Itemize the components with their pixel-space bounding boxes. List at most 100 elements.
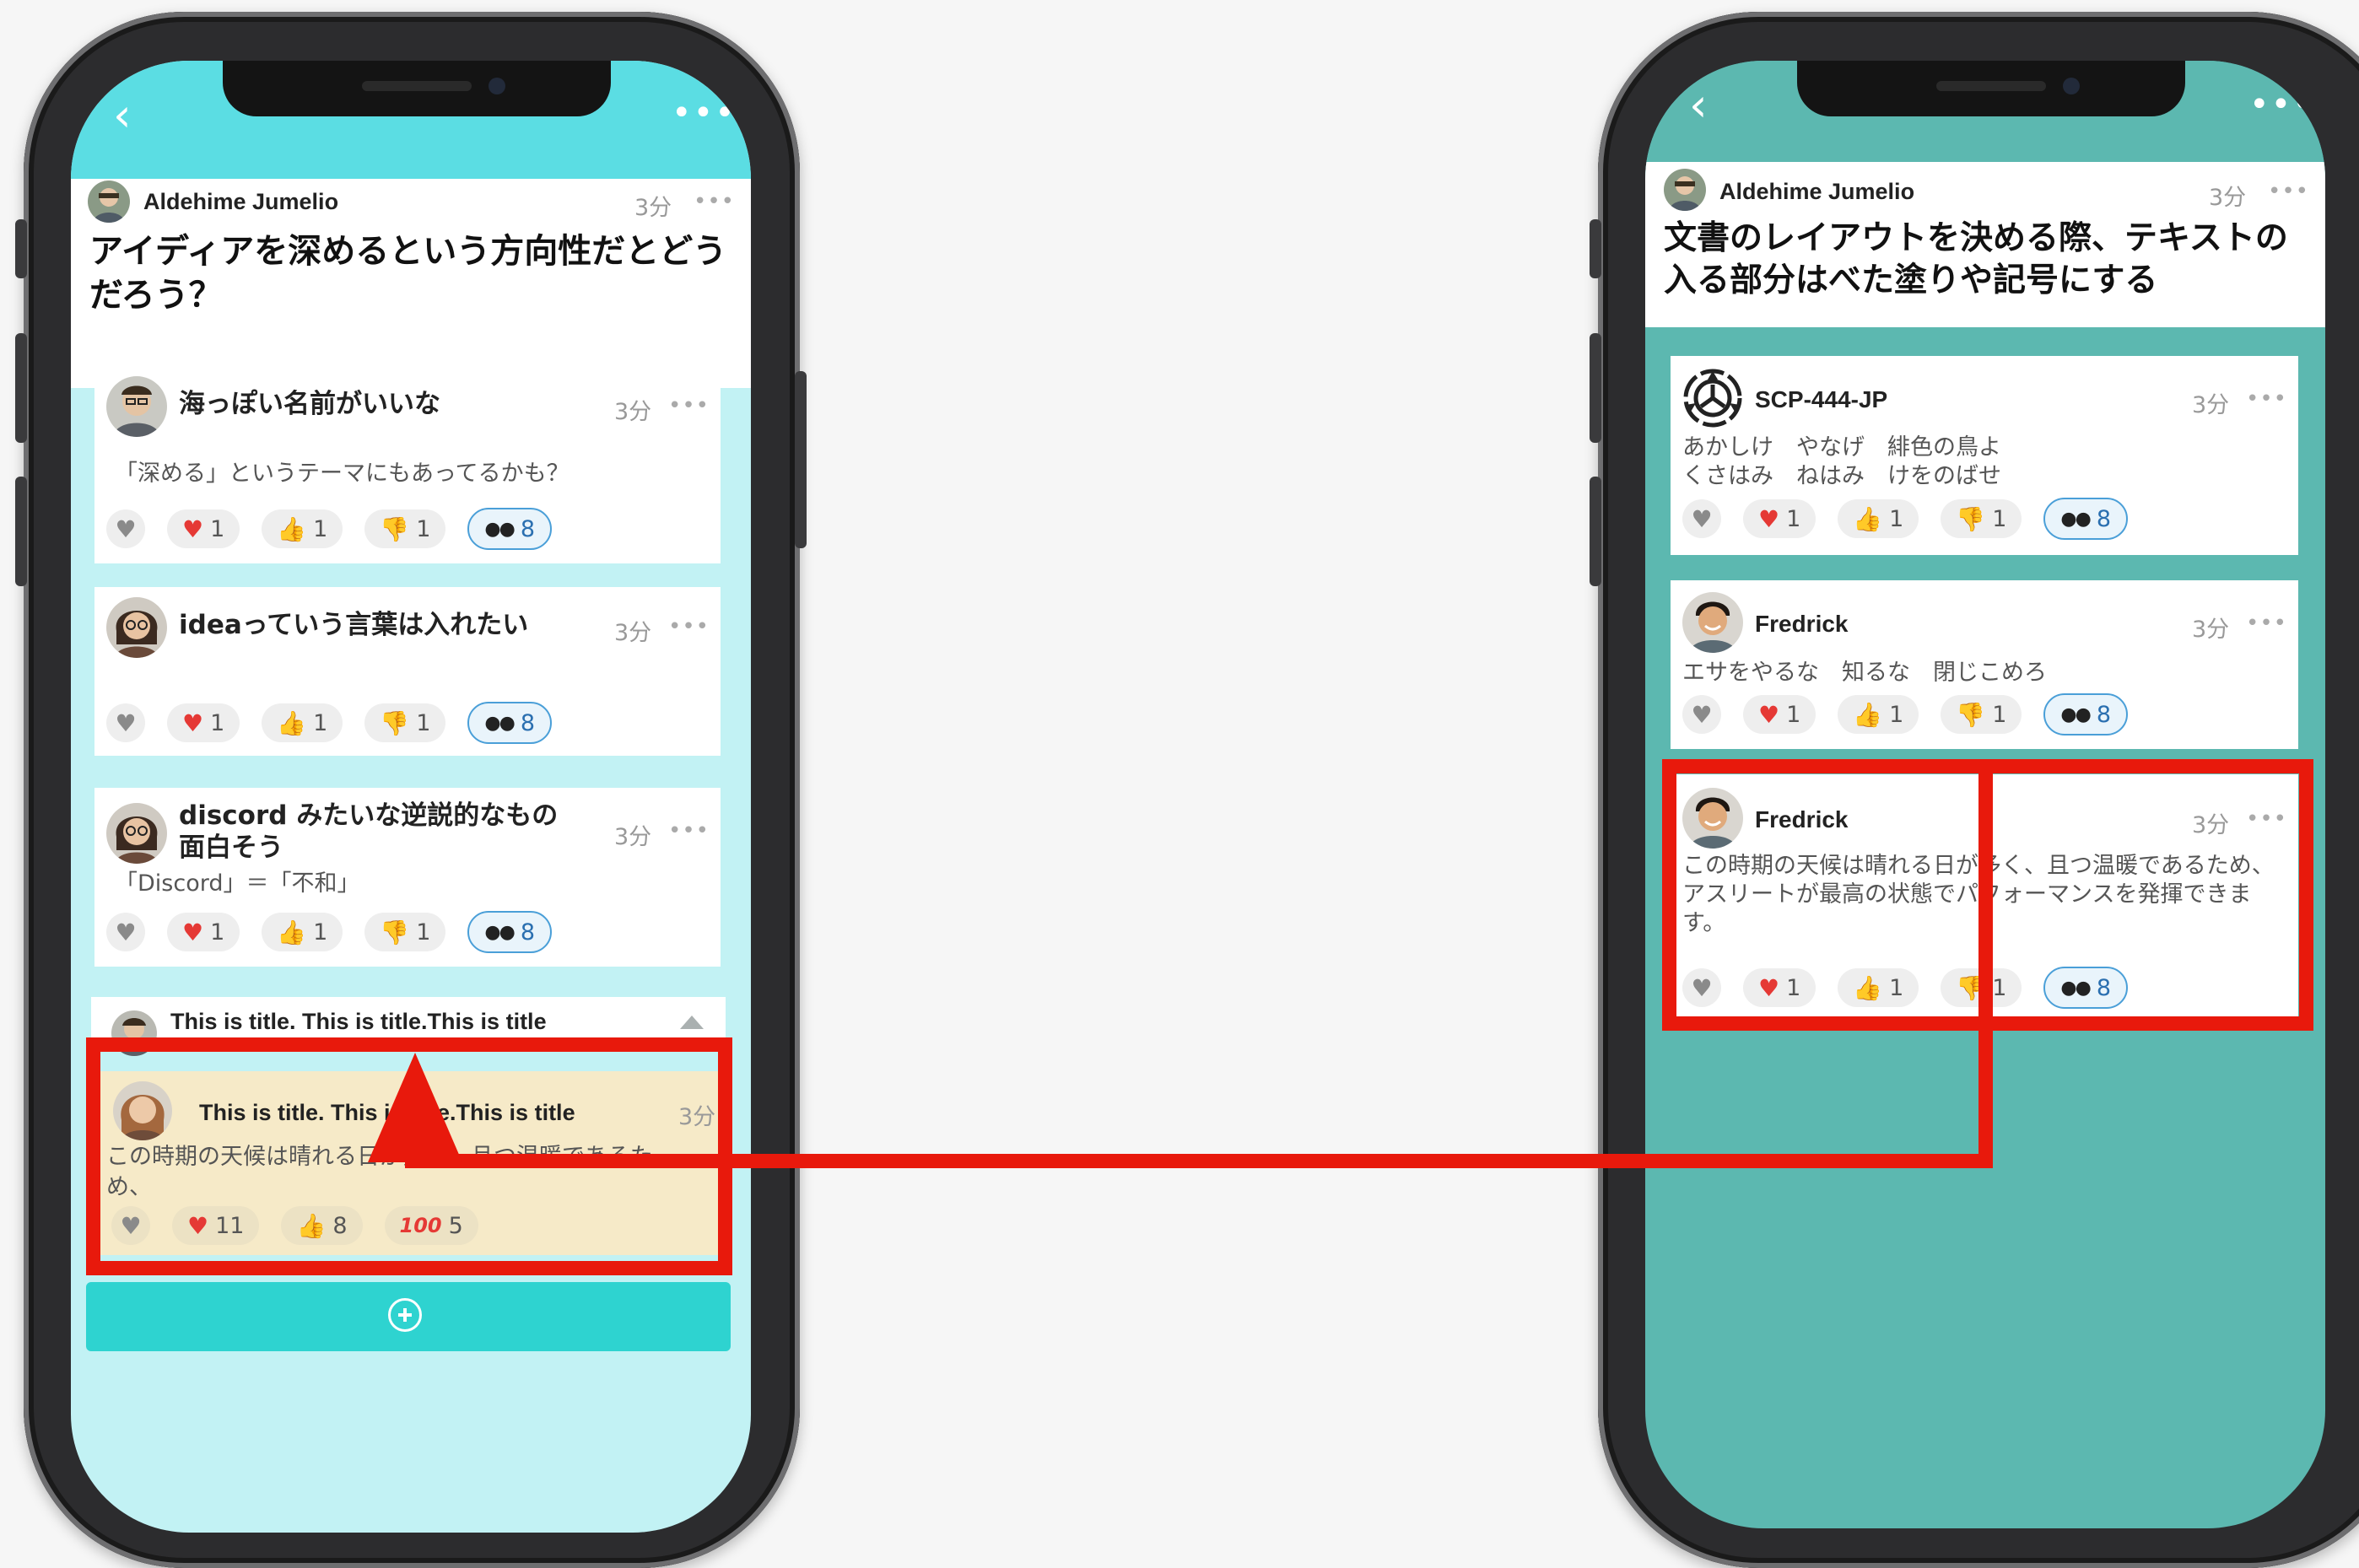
post-title: 文書のレイアウトを決める際、テキストの入る部分はべた塗りや記号にする: [1664, 219, 2288, 299]
thumbs-up-icon: 👍: [277, 709, 307, 737]
reaction-heart[interactable]: ♥ 1: [1743, 695, 1816, 734]
comment-card[interactable]: ideaっていう言葉は入れたい 3分 ••• ♥ ♥ 1 👍 1 👎 1 ●● 8: [94, 587, 721, 756]
heart-outline-icon: ♥: [115, 515, 137, 543]
reaction-count: 8: [520, 709, 536, 736]
comment-time: 3分: [2192, 392, 2230, 418]
avatar: [106, 597, 167, 658]
avatar: [1682, 592, 1743, 653]
right-camera: [2063, 78, 2080, 94]
avatar: [106, 803, 167, 864]
reaction-count: 1: [1992, 505, 2007, 532]
comment-more-icon[interactable]: •••: [2246, 386, 2287, 412]
connector-vertical: [1978, 1012, 1993, 1168]
reaction-count: 1: [1889, 701, 1904, 728]
arrow-up-icon: [368, 1053, 462, 1162]
reaction-thumbs-up[interactable]: 👍 1: [262, 913, 343, 951]
comment-card[interactable]: 海っぽい名前がいいな 3分 ••• 「深める」というテーマにもあってるかも？ ♥…: [94, 364, 721, 563]
reaction-eyes[interactable]: ●● 8: [2043, 498, 2129, 540]
plus-circle-icon: [388, 1298, 422, 1332]
reaction-eyes[interactable]: ●● 8: [467, 508, 553, 550]
heart-outline-icon: ♥: [1691, 504, 1713, 533]
left-camera: [489, 78, 505, 94]
chevron-up-icon[interactable]: [680, 1016, 704, 1029]
reaction-count: 1: [210, 919, 225, 946]
reaction-heart[interactable]: ♥ 1: [167, 913, 240, 951]
thumbs-down-icon: 👎: [380, 709, 410, 737]
reaction-bar: ♥ ♥ 1 👍 1 👎 1 ●● 8: [1682, 498, 2143, 540]
reaction-count: 1: [313, 709, 328, 736]
right-volume-down: [1590, 477, 1601, 586]
thumbs-down-icon: 👎: [380, 515, 410, 543]
add-reaction-button[interactable]: ♥: [106, 913, 145, 951]
reaction-thumbs-down[interactable]: 👎 1: [364, 703, 446, 742]
left-volume-down: [15, 477, 27, 586]
add-reaction-button[interactable]: ♥: [106, 509, 145, 548]
avatar: [106, 376, 167, 437]
left-side-button: [795, 371, 807, 548]
avatar: [1664, 169, 1706, 211]
eyes-icon: ●●: [484, 921, 515, 943]
comment-more-icon[interactable]: •••: [668, 614, 710, 639]
comment-body: 「Discord」＝「不和」: [115, 870, 360, 897]
heart-icon: ♥: [1758, 504, 1780, 533]
highlight-box-right-inner: [1662, 759, 1993, 1031]
post-more-icon[interactable]: •••: [2268, 179, 2309, 204]
heart-icon: ♥: [182, 515, 204, 543]
right-volume-up: [1590, 333, 1601, 443]
post-title: アイディアを深めるという方向性だとどうだろう？: [89, 232, 727, 315]
reaction-eyes[interactable]: ●● 8: [467, 702, 553, 744]
back-chevron-icon[interactable]: ‹: [113, 93, 132, 138]
comment-card[interactable]: SCP-444-JP 3分 ••• あかしけ やなげ 緋色の鳥よ くさはみ ねは…: [1671, 356, 2298, 555]
right-silent-switch: [1590, 219, 1601, 278]
reaction-count: 1: [1786, 505, 1801, 532]
reaction-thumbs-down[interactable]: 👎 1: [364, 913, 446, 951]
comment-more-icon[interactable]: •••: [668, 818, 710, 843]
eyes-icon: ●●: [484, 712, 515, 734]
reaction-thumbs-down[interactable]: 👎 1: [364, 509, 446, 548]
add-reaction-button[interactable]: ♥: [1682, 695, 1721, 734]
connector-horizontal: [405, 1154, 1993, 1168]
comment-time: 3分: [614, 399, 652, 425]
reaction-heart[interactable]: ♥ 1: [167, 509, 240, 548]
reaction-count: 8: [2096, 701, 2112, 728]
eyes-icon: ●●: [484, 518, 515, 540]
reaction-eyes[interactable]: ●● 8: [2043, 693, 2129, 736]
post-author: Aldehime Jumelio: [143, 189, 339, 214]
eyes-icon: ●●: [2060, 703, 2091, 725]
post-more-icon[interactable]: •••: [694, 189, 735, 214]
reaction-thumbs-down[interactable]: 👎 1: [1941, 695, 2022, 734]
more-menu-icon[interactable]: •••: [672, 96, 737, 130]
comment-card[interactable]: discord みたいな逆説的なもの面白そう 3分 ••• 「Discord」＝…: [94, 788, 721, 967]
add-reaction-button[interactable]: ♥: [106, 703, 145, 742]
reaction-bar: ♥ ♥ 1 👍 1 👎 1 ●● 8: [1682, 693, 2143, 736]
reaction-count: 1: [1786, 701, 1801, 728]
back-chevron-icon[interactable]: ‹: [1689, 83, 1708, 128]
collapsed-title: This is title. This is title.This is tit…: [170, 1009, 547, 1034]
reaction-thumbs-up[interactable]: 👍 1: [1838, 695, 1919, 734]
reaction-thumbs-up[interactable]: 👍 1: [262, 703, 343, 742]
reaction-bar: ♥ ♥ 1 👍 1 👎 1 ●● 8: [106, 702, 567, 744]
thumbs-up-icon: 👍: [277, 918, 307, 946]
reaction-count: 8: [520, 515, 536, 542]
reaction-heart[interactable]: ♥ 1: [1743, 499, 1816, 538]
add-reaction-button[interactable]: ♥: [1682, 499, 1721, 538]
comment-time: 3分: [2192, 617, 2230, 643]
more-menu-icon[interactable]: •••: [2249, 88, 2314, 121]
eyes-icon: ●●: [2060, 508, 2091, 530]
comment-more-icon[interactable]: •••: [668, 393, 710, 418]
right-notch: [1797, 61, 2185, 116]
reaction-count: 1: [416, 709, 431, 736]
reaction-heart[interactable]: ♥ 1: [167, 703, 240, 742]
comment-more-icon[interactable]: •••: [2246, 611, 2287, 636]
reaction-thumbs-up[interactable]: 👍 1: [1838, 499, 1919, 538]
reaction-thumbs-up[interactable]: 👍 1: [262, 509, 343, 548]
comment-body: 「深める」というテーマにもあってるかも？: [115, 461, 570, 487]
comment-card[interactable]: Fredrick 3分 ••• エサをやるな 知るな 閉じこめろ ♥ ♥ 1 👍 1…: [1671, 580, 2298, 749]
heart-outline-icon: ♥: [115, 918, 137, 946]
thumbs-down-icon: 👎: [1956, 504, 1986, 533]
add-comment-button[interactable]: [86, 1282, 731, 1351]
heart-icon: ♥: [1758, 700, 1780, 729]
reaction-eyes[interactable]: ●● 8: [467, 911, 553, 953]
heart-outline-icon: ♥: [1691, 700, 1713, 729]
reaction-thumbs-down[interactable]: 👎 1: [1941, 499, 2022, 538]
